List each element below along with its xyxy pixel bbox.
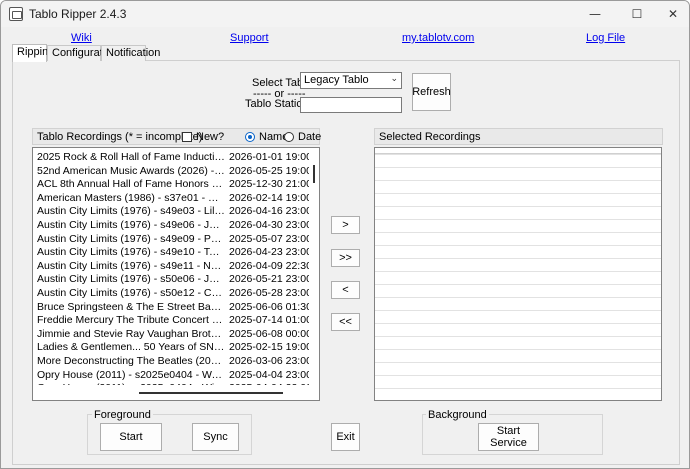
recording-name: More Deconstructing The Beatles (2026) -… (37, 355, 225, 367)
exit-button[interactable]: Exit (331, 423, 360, 451)
recording-date: 2026-04-16 23:00:00 (229, 205, 320, 218)
grid-row-line (375, 193, 661, 194)
grid-row-line (375, 245, 661, 246)
new-checkbox-label: New? (196, 131, 225, 143)
add-selected-button[interactable]: > (331, 216, 360, 234)
sort-date-label: Date (298, 131, 322, 143)
recording-name: Ladies & Gentlemen... 50 Years of SNL Mu… (37, 341, 225, 354)
sort-name-radio[interactable] (245, 132, 255, 142)
grid-row-line (375, 167, 661, 168)
recording-date: 2026-05-21 23:00:00 (229, 273, 320, 286)
maximize-button[interactable]: ☐ (617, 1, 657, 27)
selected-recordings-grid[interactable] (374, 147, 662, 401)
recordings-header-label: Tablo Recordings (* = incomplete) (37, 131, 203, 143)
recording-name: Austin City Limits (1976) - s49e09 - Pat… (37, 232, 225, 245)
grid-row-line (375, 180, 661, 181)
grid-row-line (375, 271, 661, 272)
grid-row-line (375, 297, 661, 298)
grid-row-line (375, 154, 661, 155)
recording-date: 2026-05-28 23:00:00 (229, 287, 320, 299)
foreground-group-label: Foreground (92, 409, 153, 421)
recordings-horizontal-scroll-thumb[interactable] (139, 392, 283, 394)
grid-row-line (375, 258, 661, 259)
recording-date: 2025-02-15 19:00:00 (229, 341, 320, 354)
sort-date-radio[interactable] (284, 132, 294, 142)
recording-date: 2025-04-04 23:00:00 (229, 368, 320, 381)
tablo-select[interactable]: Legacy Tablo ⌄ (300, 72, 402, 89)
grid-row-line (375, 349, 661, 350)
tab-ripping[interactable]: Ripping (12, 44, 54, 62)
recording-name: Austin City Limits (1976) - s49e03 - Lil… (37, 205, 225, 218)
recording-name: Austin City Limits (1976) - s49e10 - Tan… (37, 246, 225, 259)
window-title: Tablo Ripper 2.4.3 (29, 7, 127, 21)
close-button[interactable]: ✕ (653, 1, 689, 27)
recording-name: Bruce Springsteen & The E Street Band --… (37, 300, 225, 313)
my-tablo-link[interactable]: my.tablotv.com (402, 32, 474, 44)
wiki-link[interactable]: Wiki (71, 32, 92, 44)
recording-date: 2025-05-07 23:00:00 (229, 232, 320, 245)
grid-row-line (375, 375, 661, 376)
recording-name: Austin City Limits (1976) - s50e06 - Jel… (37, 273, 225, 286)
minimize-button[interactable]: — (575, 1, 615, 27)
app-window: Tablo Ripper 2.4.3 — ☐ ✕ Wiki Support my… (0, 0, 690, 469)
recording-date: 2026-04-30 23:00:00 (229, 219, 320, 231)
recordings-list[interactable]: 2025 Rock & Roll Hall of Fame Induction … (32, 147, 320, 401)
selected-recordings-header-label: Selected Recordings (379, 131, 481, 143)
recording-date: 2026-04-09 22:30:00 (229, 259, 320, 272)
recording-date: 2026-04-23 23:00:00 (229, 246, 320, 259)
remove-selected-button[interactable]: < (331, 281, 360, 299)
recording-date: 2025-06-08 00:00:00 (229, 327, 320, 340)
title-bar[interactable]: Tablo Ripper 2.4.3 — ☐ ✕ (1, 1, 689, 27)
recording-name: 52nd American Music Awards (2026) - s202… (37, 164, 225, 177)
add-all-button[interactable]: >> (331, 249, 360, 267)
recording-name: Austin City Limits (1976) - s50e12 - Chr… (37, 287, 225, 299)
recordings-vertical-scroll-thumb[interactable] (313, 165, 315, 183)
selected-recordings-header: Selected Recordings (374, 128, 663, 145)
tablo-select-value: Legacy Tablo (304, 74, 369, 86)
grid-row-line (375, 232, 661, 233)
grid-row-line (375, 388, 661, 389)
recording-name: ACL 8th Annual Hall of Fame Honors Joe E… (37, 178, 225, 191)
new-checkbox[interactable] (182, 132, 192, 142)
recording-date: 2025-12-30 21:00:00 (229, 178, 320, 191)
grid-row-line (375, 206, 661, 207)
recording-date: 2026-05-25 19:00:00 (229, 164, 320, 177)
recording-name: Freddie Mercury The Tribute Concert (200… (37, 314, 225, 327)
chevron-down-icon: ⌄ (390, 74, 398, 84)
support-link[interactable]: Support (230, 32, 269, 44)
app-icon (9, 7, 23, 21)
recording-name: American Masters (1986) - s37e01 - Rober… (37, 191, 225, 204)
recording-date: 2026-02-14 19:00:00 (229, 191, 320, 204)
start-button[interactable]: Start (100, 423, 162, 451)
recording-name: Austin City Limits (1976) - s49e06 - Jas… (37, 219, 225, 231)
recording-date: 2026-01-01 19:00:00 (229, 151, 320, 163)
recording-name: 2025 Rock & Roll Hall of Fame Induction … (37, 151, 225, 163)
refresh-button[interactable]: Refresh (412, 73, 451, 111)
log-file-link[interactable]: Log File (586, 32, 625, 44)
static-ip-input[interactable] (300, 97, 402, 113)
grid-row-line (375, 323, 661, 324)
remove-all-button[interactable]: << (331, 313, 360, 331)
start-service-button[interactable]: Start Service (478, 423, 539, 451)
resize-grip[interactable] (682, 462, 688, 468)
background-group-label: Background (426, 409, 489, 421)
tab-configuration[interactable]: Configuration (47, 45, 117, 61)
recording-name: Opry House (2011) - s2025e0404 - Waylon … (37, 368, 225, 381)
tab-notification[interactable]: Notification (101, 45, 160, 61)
recording-date: 2025-07-14 01:00:00 (229, 314, 320, 327)
recording-name: Austin City Limits (1976) - s49e11 - Noa… (37, 259, 225, 272)
recordings-vertical-scrollbar[interactable] (309, 148, 319, 385)
recording-date: 2025-06-06 01:30:00 (229, 300, 320, 313)
recording-name: Jimmie and Stevie Ray Vaughan Brothers i… (37, 327, 225, 340)
sync-button[interactable]: Sync (192, 423, 239, 451)
grid-row-line (375, 310, 661, 311)
grid-row-line (375, 362, 661, 363)
grid-row-line (375, 219, 661, 220)
grid-row-line (375, 336, 661, 337)
recording-date: 2026-03-06 23:00:00 (229, 355, 320, 367)
grid-row-line (375, 284, 661, 285)
